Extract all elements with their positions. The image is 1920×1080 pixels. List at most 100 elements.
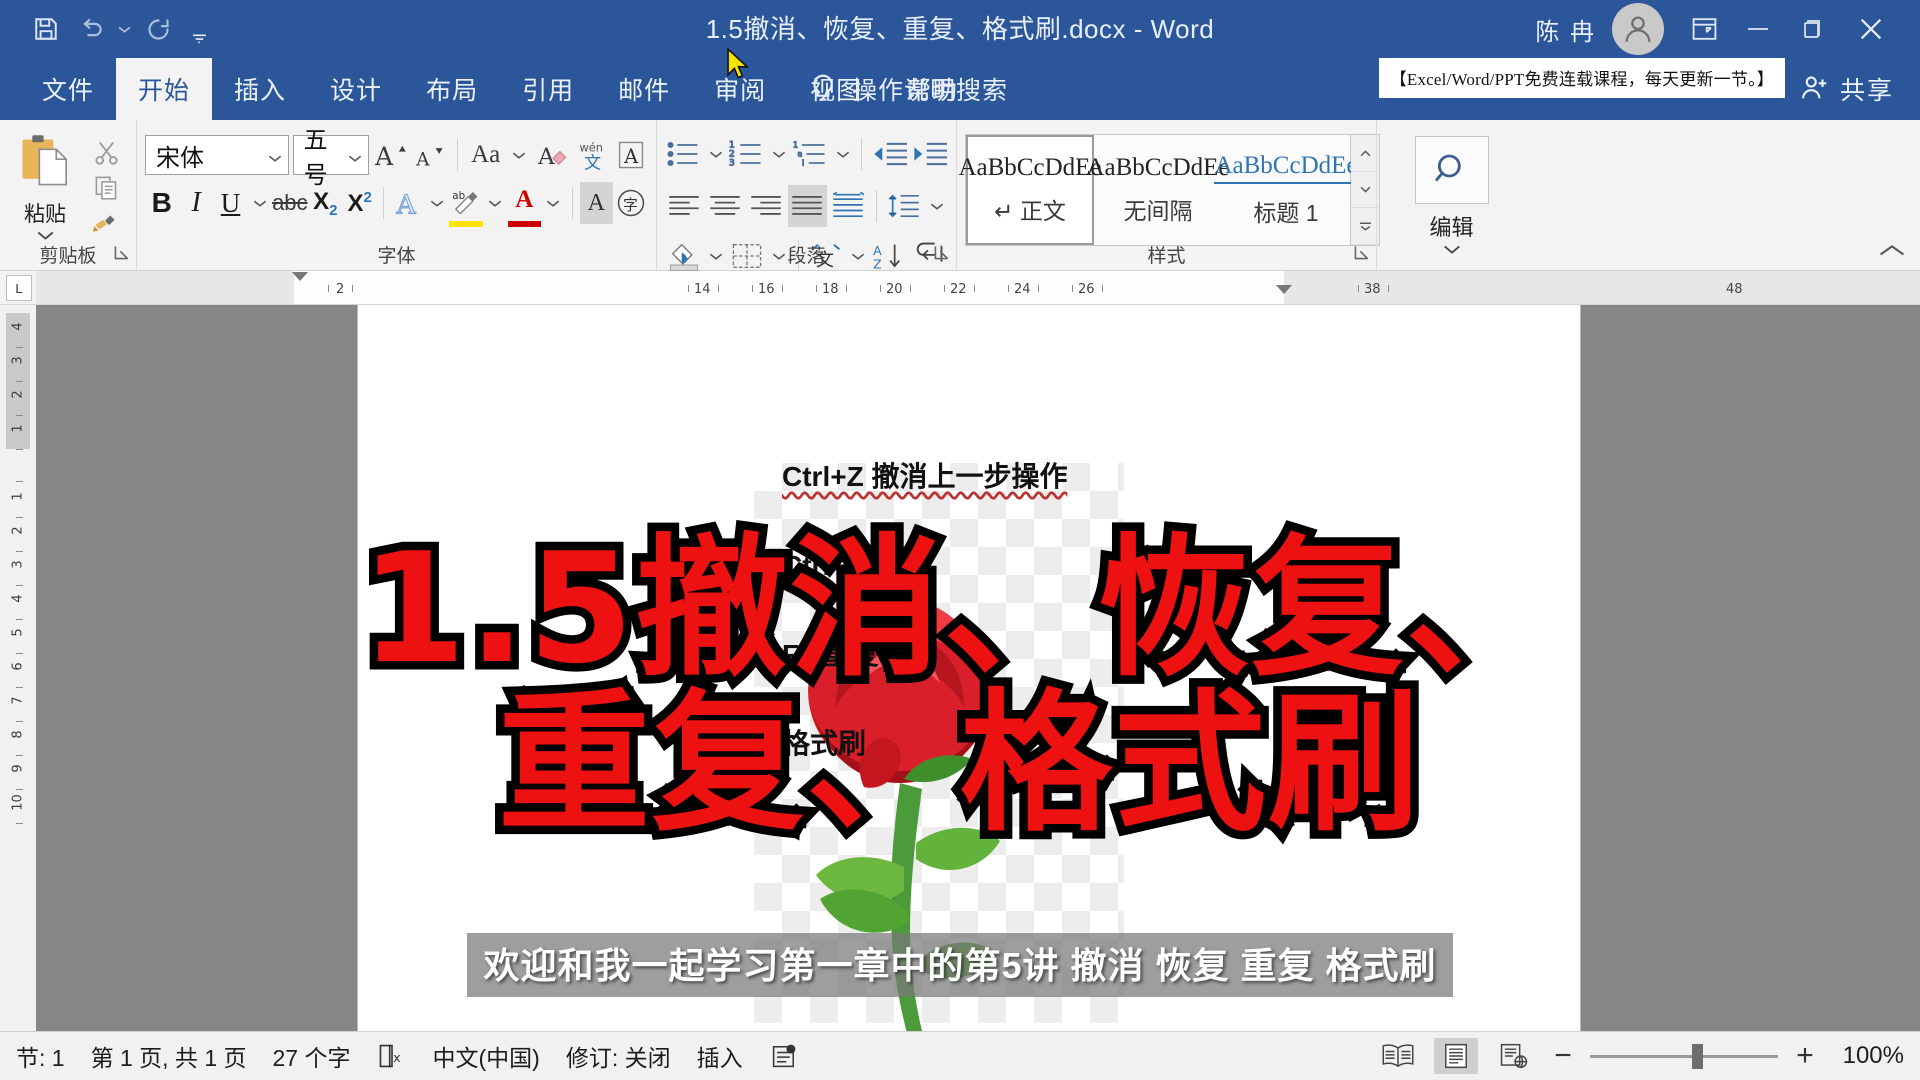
ribbon-display-options-icon[interactable] <box>1678 3 1730 55</box>
font-size-combo[interactable]: 五号 <box>292 126 370 189</box>
align-right-button[interactable] <box>747 185 786 227</box>
copy-button[interactable] <box>84 171 128 204</box>
increase-font-size-button[interactable]: A <box>373 134 408 176</box>
styles-scroll-up-icon[interactable] <box>1351 135 1379 172</box>
numbering-button[interactable]: 1 2 3 <box>728 133 766 175</box>
line-spacing-button[interactable] <box>885 185 924 227</box>
change-case-dropdown-icon[interactable] <box>507 134 531 176</box>
customize-qat-icon[interactable] <box>182 4 216 54</box>
justify-button[interactable] <box>787 185 827 227</box>
save-icon[interactable] <box>26 9 66 49</box>
zoom-slider-handle[interactable] <box>1692 1043 1703 1069</box>
bullets-button[interactable] <box>665 133 703 175</box>
restore-icon[interactable] <box>1786 3 1838 55</box>
right-indent-marker[interactable] <box>1276 285 1292 294</box>
bold-button[interactable]: B <box>145 182 178 224</box>
character-border-button[interactable]: A <box>613 134 648 176</box>
undo-icon[interactable] <box>70 9 110 49</box>
search-icon[interactable] <box>1414 136 1489 204</box>
style-no-spacing[interactable]: AaBbCcDdEe 无间隔 <box>1086 135 1229 245</box>
decrease-font-size-button[interactable]: A <box>412 134 447 176</box>
tell-me-search[interactable]: 操作说明搜索 <box>808 58 1008 120</box>
increase-indent-button[interactable] <box>910 133 948 175</box>
bullets-dropdown-icon[interactable] <box>705 133 727 175</box>
left-indent-marker[interactable] <box>292 272 308 281</box>
account-name[interactable]: 陈 冉 <box>1529 12 1610 47</box>
horizontal-ruler[interactable]: 2 14 16 18 20 22 24 26 38 48 <box>36 271 1920 304</box>
character-shading-button[interactable]: A <box>579 182 613 224</box>
underline-dropdown-icon[interactable] <box>248 182 271 224</box>
close-icon[interactable] <box>1840 3 1902 55</box>
tab-home[interactable]: 开始 <box>116 58 213 120</box>
styles-scroll-down-icon[interactable] <box>1351 171 1379 209</box>
minimize-icon[interactable] <box>1732 3 1784 55</box>
tab-file[interactable]: 文件 <box>20 58 116 120</box>
align-center-button[interactable] <box>706 185 745 227</box>
zoom-out-button[interactable]: − <box>1550 1039 1576 1073</box>
clear-formatting-button[interactable]: A <box>535 134 570 176</box>
avatar[interactable] <box>1612 3 1664 55</box>
clipboard-dialog-launcher[interactable] <box>113 244 130 266</box>
decrease-indent-button[interactable] <box>870 133 908 175</box>
view-print-layout-button[interactable] <box>1434 1038 1478 1074</box>
tab-references[interactable]: 引用 <box>500 58 596 120</box>
font-name-combo[interactable]: 宋体 <box>145 135 289 175</box>
zoom-level[interactable]: 100% <box>1832 1042 1904 1070</box>
tab-layout[interactable]: 布局 <box>404 58 500 120</box>
subscript-button[interactable]: X2 <box>309 182 342 224</box>
tab-review[interactable]: 审阅 <box>692 58 788 120</box>
vertical-ruler[interactable]: 4 3 2 1 1 2 3 4 5 6 7 8 9 10 <box>0 305 36 1031</box>
status-word-count[interactable]: 27 个字 <box>273 1039 351 1073</box>
view-web-layout-button[interactable] <box>1492 1038 1536 1074</box>
font-color-button[interactable]: A <box>507 179 542 227</box>
italic-button[interactable]: I <box>179 182 212 224</box>
style-normal[interactable]: AaBbCcDdEe ↵ 正文 <box>958 135 1102 245</box>
align-left-button[interactable] <box>665 185 704 227</box>
text-effects-button[interactable]: A <box>391 182 424 224</box>
strikethrough-button[interactable]: abc <box>272 182 307 224</box>
status-insert-mode[interactable]: 插入 <box>697 1039 743 1073</box>
document-body[interactable]: Ctrl+Z 撤消上一步操作 Ctrl+Y 恢复 F4 重复 格式刷 <box>782 455 1442 811</box>
multilevel-dropdown-icon[interactable] <box>832 133 854 175</box>
macro-record-icon[interactable] <box>769 1042 799 1070</box>
chevron-down-icon[interactable] <box>348 141 362 169</box>
view-read-mode-button[interactable] <box>1376 1038 1420 1074</box>
undo-dropdown-icon[interactable] <box>114 9 134 49</box>
editing-button[interactable]: 编辑 <box>1385 126 1518 260</box>
editing-dropdown-icon[interactable] <box>1443 242 1461 260</box>
styles-more-icon[interactable] <box>1351 208 1379 246</box>
collapse-ribbon-icon[interactable] <box>1878 243 1906 264</box>
status-page[interactable]: 第 1 页, 共 1 页 <box>91 1039 247 1073</box>
distributed-button[interactable] <box>829 185 868 227</box>
document-canvas[interactable]: Ctrl+Z 撤消上一步操作 Ctrl+Y 恢复 F4 重复 格式刷 <box>36 305 1920 1031</box>
text-effects-dropdown-icon[interactable] <box>426 182 449 224</box>
chevron-down-icon[interactable] <box>268 141 282 169</box>
document-page[interactable]: Ctrl+Z 撤消上一步操作 Ctrl+Y 恢复 F4 重复 格式刷 <box>358 305 1580 1031</box>
share-button[interactable]: 共享 <box>1800 58 1894 120</box>
spelling-check-icon[interactable]: x <box>377 1042 407 1070</box>
numbering-dropdown-icon[interactable] <box>768 133 790 175</box>
change-case-button[interactable]: Aa <box>468 134 503 176</box>
font-color-dropdown-icon[interactable] <box>542 182 565 224</box>
status-section[interactable]: 节: 1 <box>16 1039 65 1073</box>
multilevel-list-button[interactable]: 1 a i <box>792 133 830 175</box>
tab-stop-selector[interactable]: L <box>6 275 32 301</box>
zoom-in-button[interactable]: + <box>1792 1039 1818 1073</box>
zoom-slider[interactable] <box>1590 1043 1778 1069</box>
tab-insert[interactable]: 插入 <box>212 58 308 120</box>
phonetic-guide-button[interactable]: wén 文 <box>574 134 609 176</box>
paste-button[interactable]: 粘贴 <box>8 132 82 246</box>
cut-button[interactable] <box>84 136 128 169</box>
style-heading-1[interactable]: AaBbCcDdEe 标题 1 <box>1214 135 1358 245</box>
redo-icon[interactable] <box>138 9 178 49</box>
status-track-changes[interactable]: 修订: 关闭 <box>566 1039 671 1073</box>
status-language[interactable]: 中文(中国) <box>433 1039 540 1073</box>
line-spacing-dropdown-icon[interactable] <box>926 185 948 227</box>
underline-button[interactable]: U <box>214 182 247 224</box>
enclose-character-button[interactable]: 字 <box>614 182 648 224</box>
superscript-button[interactable]: X2 <box>343 182 376 224</box>
highlight-dropdown-icon[interactable] <box>484 182 507 224</box>
tab-mailings[interactable]: 邮件 <box>596 58 692 120</box>
paragraph-dialog-launcher[interactable] <box>933 244 950 266</box>
format-painter-button[interactable] <box>84 206 128 239</box>
